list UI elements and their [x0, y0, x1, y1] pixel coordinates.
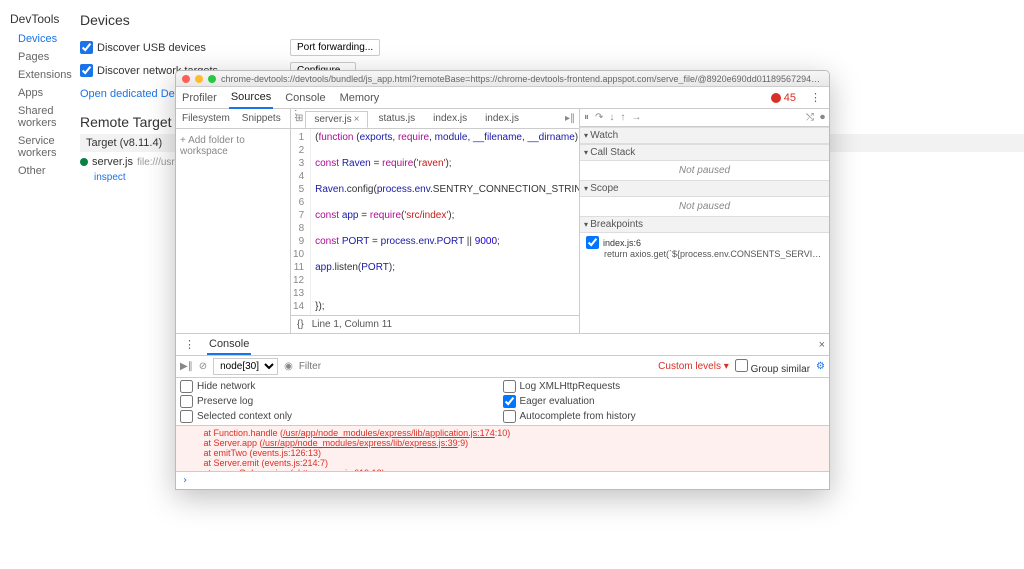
opt-preserve-log[interactable]: Preserve log	[180, 395, 503, 408]
console-output[interactable]: at Function.handle (/usr/app/node_module…	[176, 426, 829, 471]
step-out-icon[interactable]: ↑	[620, 112, 625, 123]
console-tab[interactable]: Console	[207, 335, 251, 355]
maximize-window-icon[interactable]	[208, 75, 216, 83]
nav-tab-filesystem[interactable]: Filesystem	[176, 109, 236, 128]
deactivate-breakpoints-icon[interactable]: ⤭	[806, 112, 814, 123]
sidebar-item-extensions[interactable]: Extensions	[0, 66, 80, 84]
cursor-position: Line 1, Column 11	[312, 319, 392, 330]
watch-header[interactable]: Watch	[580, 127, 829, 144]
console-menu-icon[interactable]: ⋮	[180, 338, 199, 351]
opt-selected-context[interactable]: Selected context only	[180, 410, 503, 423]
tab-memory[interactable]: Memory	[338, 88, 382, 108]
filter-input[interactable]	[299, 361, 652, 372]
file-tab-server[interactable]: server.js×	[305, 111, 368, 128]
sidebar-item-other[interactable]: Other	[0, 162, 80, 180]
sidebar-item-devices[interactable]: Devices	[0, 30, 80, 48]
breakpoint-code: return axios.get(`${process.env.CONSENTS…	[586, 249, 823, 259]
toggle-sidebar-icon[interactable]: ▶∥	[180, 361, 193, 372]
window-url: chrome-devtools://devtools/bundled/js_ap…	[221, 74, 823, 84]
more-tabs-icon[interactable]: ▸∥	[565, 113, 575, 124]
file-tab-index2[interactable]: index.js	[477, 111, 527, 126]
port-forwarding-button[interactable]: Port forwarding...	[290, 39, 380, 56]
callstack-body: Not paused	[580, 161, 829, 180]
gear-icon[interactable]: ⚙	[816, 361, 825, 372]
step-icon[interactable]: →	[631, 112, 641, 123]
sidebar-item-apps[interactable]: Apps	[0, 84, 80, 102]
target-name: server.js	[92, 156, 133, 168]
add-folder-button[interactable]: + Add folder to workspace	[176, 129, 290, 163]
file-tab-index1[interactable]: index.js	[425, 111, 475, 126]
levels-select[interactable]: Custom levels ▾	[658, 361, 729, 372]
context-select[interactable]: node[30]	[213, 358, 278, 375]
error-count-badge[interactable]: 45	[771, 92, 796, 104]
sidebar-title: DevTools	[0, 8, 80, 30]
file-tab-status[interactable]: status.js	[370, 111, 423, 126]
minimize-window-icon[interactable]	[195, 75, 203, 83]
eye-icon[interactable]: ◉	[284, 361, 293, 372]
close-drawer-icon[interactable]: ×	[819, 339, 825, 351]
devtools-window: chrome-devtools://devtools/bundled/js_ap…	[175, 70, 830, 490]
tab-profiler[interactable]: Profiler	[180, 88, 219, 108]
scope-body: Not paused	[580, 197, 829, 216]
opt-autocomplete[interactable]: Autocomplete from history	[503, 410, 826, 423]
pause-exceptions-icon[interactable]: ⏺	[820, 112, 825, 123]
sidebar-item-shared-workers[interactable]: Shared workers	[0, 102, 80, 132]
main-toolbar: Profiler Sources Console Memory 45 ⋮	[176, 87, 829, 109]
scope-header[interactable]: Scope	[580, 180, 829, 197]
nav-tab-snippets[interactable]: Snippets	[236, 109, 287, 128]
opt-log-xhr[interactable]: Log XMLHttpRequests	[503, 380, 826, 393]
tab-sources[interactable]: Sources	[229, 87, 273, 109]
remote-target-title: Remote Target	[80, 114, 172, 130]
debugger-panel: ⏸ ↷ ↓ ↑ → ⤭ ⏺ Watch Call Stack Not pause…	[579, 109, 829, 333]
step-over-icon[interactable]: ↷	[595, 112, 603, 123]
console-drawer: ⋮ Console × ▶∥ ⊘ node[30] ◉ Custom level…	[176, 334, 829, 489]
discover-usb-checkbox[interactable]: Discover USB devices	[80, 41, 250, 54]
editor-panel: ⊞ server.js× status.js index.js index.js…	[291, 109, 579, 333]
pause-icon[interactable]: ⏸	[584, 112, 589, 123]
file-nav-icon[interactable]: ⊞	[295, 113, 303, 124]
sidebar: DevTools Devices Pages Extensions Apps S…	[0, 0, 80, 569]
tab-console[interactable]: Console	[283, 88, 327, 108]
clear-console-icon[interactable]: ⊘	[199, 361, 207, 372]
braces-icon[interactable]: {}	[297, 319, 304, 330]
group-similar-checkbox[interactable]: Group similar	[735, 359, 810, 375]
callstack-header[interactable]: Call Stack	[580, 144, 829, 161]
step-into-icon[interactable]: ↓	[609, 112, 614, 123]
sidebar-item-service-workers[interactable]: Service workers	[0, 132, 80, 162]
opt-eager-eval[interactable]: Eager evaluation	[503, 395, 826, 408]
sidebar-item-pages[interactable]: Pages	[0, 48, 80, 66]
status-dot-icon	[80, 158, 88, 166]
opt-hide-network[interactable]: Hide network	[180, 380, 503, 393]
code-editor[interactable]: 1234567891011121314 (function (exports, …	[291, 129, 579, 315]
breakpoints-header[interactable]: Breakpoints	[580, 216, 829, 233]
close-icon[interactable]: ×	[354, 114, 360, 125]
titlebar: chrome-devtools://devtools/bundled/js_ap…	[176, 71, 829, 87]
page-title: Devices	[80, 8, 1024, 36]
menu-icon[interactable]: ⋮	[806, 91, 825, 104]
breakpoint-item[interactable]: index.js:6	[586, 236, 823, 249]
console-prompt[interactable]: ›	[176, 471, 829, 489]
navigator-panel: Filesystem Snippets ⋮ + Add folder to wo…	[176, 109, 291, 333]
close-window-icon[interactable]	[182, 75, 190, 83]
